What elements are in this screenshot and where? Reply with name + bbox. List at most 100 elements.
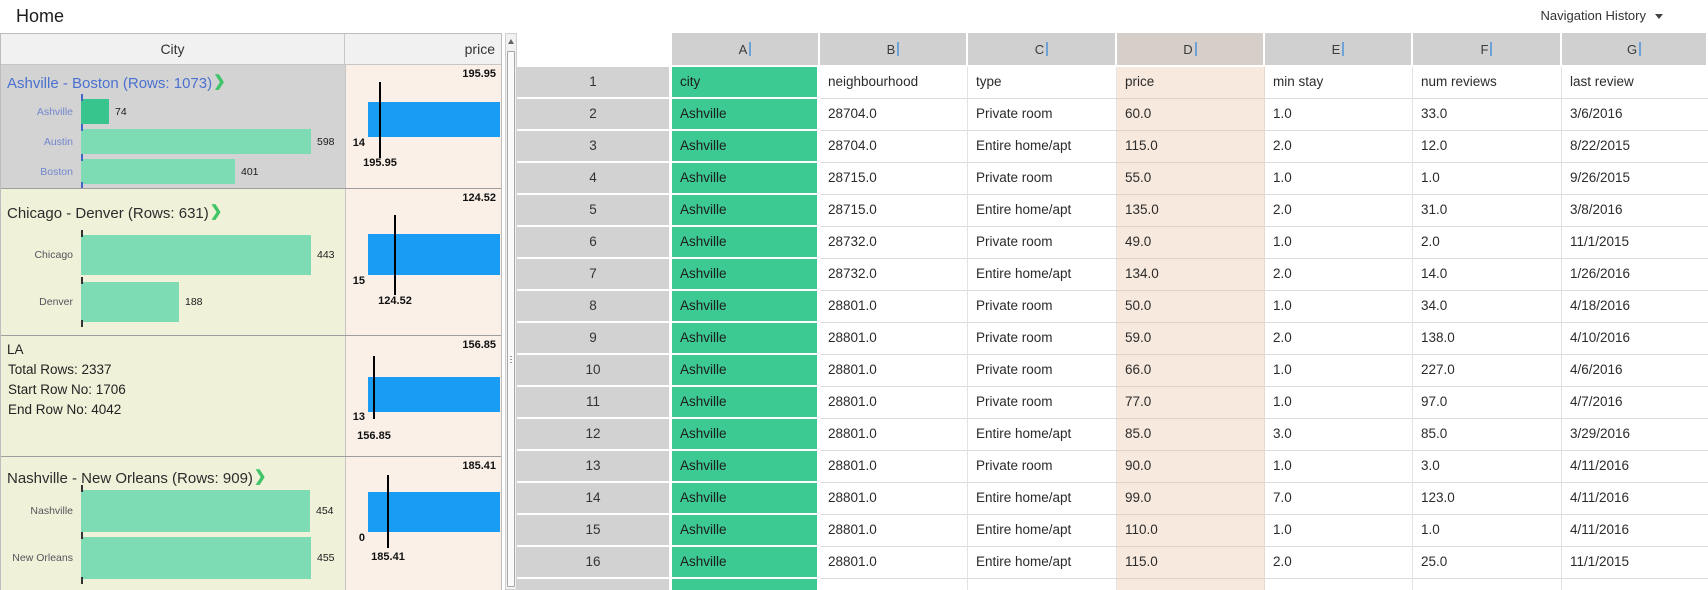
cell-type[interactable]: Entire home/apt xyxy=(968,547,1117,579)
cell-neighbourhood[interactable]: 28715.0 xyxy=(820,163,968,195)
cell-type[interactable]: Entire home/apt xyxy=(968,483,1117,515)
row-number-cell[interactable]: 13 xyxy=(517,451,672,483)
row-number-cell[interactable]: 8 xyxy=(517,291,672,323)
cell-num-reviews[interactable]: 97.0 xyxy=(1413,387,1562,419)
cell-last-review[interactable]: 3/29/2016 xyxy=(1562,419,1708,451)
cell-type[interactable]: Private room xyxy=(968,291,1117,323)
cell-neighbourhood[interactable]: neighbourhood xyxy=(820,67,968,99)
cell-num-reviews[interactable]: 123.0 xyxy=(1413,483,1562,515)
cell-min-stay[interactable]: 2.0 xyxy=(1265,195,1413,227)
cell-price[interactable]: 77.0 xyxy=(1117,387,1265,419)
cell-type[interactable]: Entire home/apt xyxy=(968,515,1117,547)
cell-price[interactable]: 60.0 xyxy=(1117,99,1265,131)
cell-neighbourhood[interactable]: 28801.0 xyxy=(820,419,968,451)
cell-last-review[interactable]: 9/26/2015 xyxy=(1562,163,1708,195)
cell-price[interactable]: 135.0 xyxy=(1117,195,1265,227)
row-number-cell[interactable]: 12 xyxy=(517,419,672,451)
cell-num-reviews[interactable]: num reviews xyxy=(1413,67,1562,99)
cell-min-stay[interactable]: 2.0 xyxy=(1265,131,1413,163)
group-title[interactable]: Chicago - Denver (Rows: 631)❯ xyxy=(7,204,222,222)
cell-num-reviews[interactable]: 1.0 xyxy=(1413,163,1562,195)
cell-num-reviews[interactable]: 12.0 xyxy=(1413,131,1562,163)
cell-num-reviews[interactable]: 34.0 xyxy=(1413,291,1562,323)
cell-type[interactable] xyxy=(968,579,1117,590)
cell-neighbourhood[interactable]: 28732.0 xyxy=(820,259,968,291)
group-title[interactable]: Ashville - Boston (Rows: 1073)❯ xyxy=(7,74,226,92)
cell-price[interactable]: 110.0 xyxy=(1117,515,1265,547)
cell-num-reviews[interactable]: 31.0 xyxy=(1413,195,1562,227)
cell-min-stay[interactable]: 2.0 xyxy=(1265,323,1413,355)
price-range-bar[interactable] xyxy=(368,377,500,412)
cell-last-review[interactable]: 3/6/2016 xyxy=(1562,99,1708,131)
cell-type[interactable]: Entire home/apt xyxy=(968,259,1117,291)
cell-city[interactable]: Ashville xyxy=(672,163,820,195)
category-bar[interactable] xyxy=(81,235,311,275)
cell-city[interactable]: Ashville xyxy=(672,387,820,419)
cell-price[interactable]: price xyxy=(1117,67,1265,99)
cell-last-review[interactable]: 4/11/2016 xyxy=(1562,451,1708,483)
cell-num-reviews[interactable]: 33.0 xyxy=(1413,99,1562,131)
cell-city[interactable]: Ashville xyxy=(672,419,820,451)
cell-price[interactable]: 66.0 xyxy=(1117,355,1265,387)
cell-price[interactable]: 134.0 xyxy=(1117,259,1265,291)
cell-last-review[interactable]: 4/11/2016 xyxy=(1562,483,1708,515)
cell-last-review[interactable]: 8/22/2015 xyxy=(1562,131,1708,163)
cell-city[interactable]: Ashville xyxy=(672,451,820,483)
cell-min-stay[interactable]: 1.0 xyxy=(1265,227,1413,259)
cell-neighbourhood[interactable]: 28801.0 xyxy=(820,387,968,419)
cell-last-review[interactable] xyxy=(1562,579,1708,590)
category-bar[interactable] xyxy=(81,99,109,124)
cell-num-reviews[interactable]: 85.0 xyxy=(1413,419,1562,451)
cell-neighbourhood[interactable]: 28801.0 xyxy=(820,323,968,355)
cell-num-reviews[interactable]: 3.0 xyxy=(1413,451,1562,483)
cell-price[interactable]: 59.0 xyxy=(1117,323,1265,355)
cell-num-reviews[interactable]: 1.0 xyxy=(1413,515,1562,547)
price-range-bar[interactable] xyxy=(368,102,500,137)
cell-last-review[interactable]: 4/7/2016 xyxy=(1562,387,1708,419)
cell-num-reviews[interactable]: 2.0 xyxy=(1413,227,1562,259)
column-header-C[interactable]: C xyxy=(968,33,1117,65)
cell-price[interactable]: 90.0 xyxy=(1117,451,1265,483)
group-title[interactable]: Nashville - New Orleans (Rows: 909)❯ xyxy=(7,469,267,487)
cell-city[interactable]: Ashville xyxy=(672,323,820,355)
cell-type[interactable]: Private room xyxy=(968,323,1117,355)
cell-type[interactable]: Private room xyxy=(968,163,1117,195)
row-number-cell[interactable]: 10 xyxy=(517,355,672,387)
cell-num-reviews[interactable] xyxy=(1413,579,1562,590)
cell-min-stay[interactable] xyxy=(1265,579,1413,590)
column-header-E[interactable]: E xyxy=(1265,33,1413,65)
cell-last-review[interactable]: 4/11/2016 xyxy=(1562,515,1708,547)
row-number-cell[interactable]: 11 xyxy=(517,387,672,419)
cell-last-review[interactable]: 11/1/2015 xyxy=(1562,227,1708,259)
cell-num-reviews[interactable]: 25.0 xyxy=(1413,547,1562,579)
row-number-cell[interactable]: 3 xyxy=(517,131,672,163)
cell-neighbourhood[interactable]: 28801.0 xyxy=(820,515,968,547)
cell-neighbourhood[interactable]: 28801.0 xyxy=(820,483,968,515)
row-number-cell[interactable]: 16 xyxy=(517,547,672,579)
vertical-scrollbar[interactable] xyxy=(505,33,517,590)
cell-min-stay[interactable]: 1.0 xyxy=(1265,387,1413,419)
column-header-F[interactable]: F xyxy=(1413,33,1562,65)
cell-min-stay[interactable]: min stay xyxy=(1265,67,1413,99)
drilldown-chevron-icon[interactable]: ❯ xyxy=(210,203,223,220)
cell-city[interactable]: Ashville xyxy=(672,483,820,515)
cell-last-review[interactable]: 4/10/2016 xyxy=(1562,323,1708,355)
cell-last-review[interactable]: 11/1/2015 xyxy=(1562,547,1708,579)
cell-min-stay[interactable]: 1.0 xyxy=(1265,451,1413,483)
cell-price[interactable]: 55.0 xyxy=(1117,163,1265,195)
cell-city[interactable]: Ashville xyxy=(672,99,820,131)
cell-min-stay[interactable]: 2.0 xyxy=(1265,259,1413,291)
row-number-cell[interactable]: 15 xyxy=(517,515,672,547)
column-header-A[interactable]: A xyxy=(672,33,820,65)
cell-min-stay[interactable]: 1.0 xyxy=(1265,291,1413,323)
row-number-cell[interactable]: 5 xyxy=(517,195,672,227)
cell-type[interactable]: Private room xyxy=(968,227,1117,259)
cell-num-reviews[interactable]: 227.0 xyxy=(1413,355,1562,387)
cell-min-stay[interactable]: 3.0 xyxy=(1265,419,1413,451)
cell-type[interactable]: Private room xyxy=(968,451,1117,483)
cell-neighbourhood[interactable]: 28704.0 xyxy=(820,99,968,131)
cell-city[interactable]: Ashville xyxy=(672,515,820,547)
cell-city[interactable] xyxy=(672,579,820,590)
column-header-D[interactable]: D xyxy=(1117,33,1265,65)
cell-price[interactable]: 49.0 xyxy=(1117,227,1265,259)
